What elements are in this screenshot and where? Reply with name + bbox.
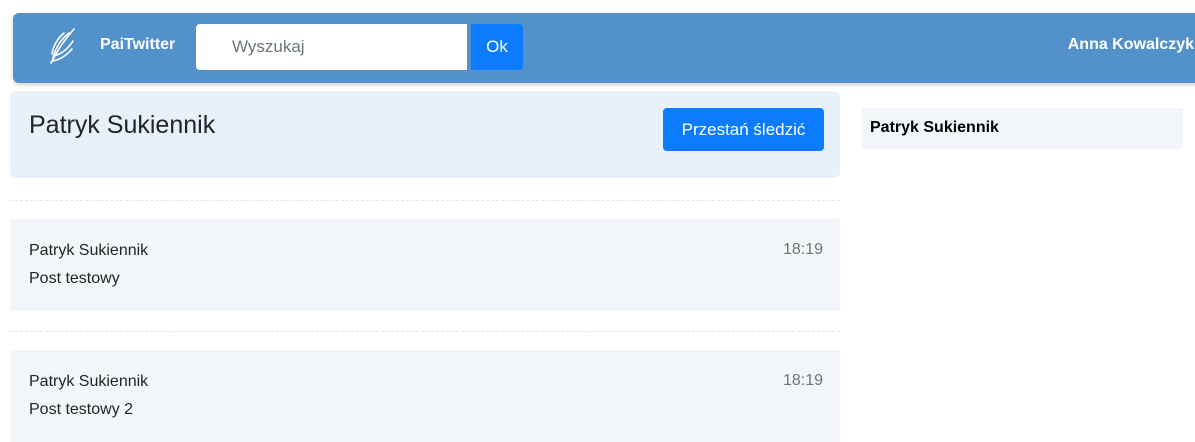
post-time: 18:19 xyxy=(782,241,823,258)
profile-name: Patryk Sukiennik xyxy=(29,111,216,139)
post-content: Post testowy 2 xyxy=(29,401,134,418)
search-submit-button[interactable]: Ok xyxy=(471,24,523,70)
post-author[interactable]: Patryk Sukiennik xyxy=(29,242,148,260)
feed-divider xyxy=(10,331,840,332)
post-item: Patryk Sukiennik 18:19 Post testowy xyxy=(10,219,840,311)
brand-name[interactable]: PaiTwitter xyxy=(100,36,175,54)
search-input[interactable] xyxy=(196,24,467,70)
post-author[interactable]: Patryk Sukiennik xyxy=(29,373,148,391)
post-time: 18:19 xyxy=(782,372,823,389)
profile-header-card: Patryk Sukiennik Przestań śledzić xyxy=(10,91,840,178)
feather-wings-icon[interactable] xyxy=(47,27,77,65)
followed-users-sidebar: Patryk Sukiennik xyxy=(862,108,1183,149)
feed-divider xyxy=(10,200,840,201)
sidebar-followed-user[interactable]: Patryk Sukiennik xyxy=(870,119,999,137)
current-user-name[interactable]: Anna Kowalczyk xyxy=(1068,36,1194,54)
top-navbar: PaiTwitter Ok Anna Kowalczyk xyxy=(13,13,1195,83)
post-item: Patryk Sukiennik 18:19 Post testowy 2 xyxy=(10,350,840,442)
post-content: Post testowy xyxy=(29,270,120,287)
unfollow-button[interactable]: Przestań śledzić xyxy=(663,108,824,151)
